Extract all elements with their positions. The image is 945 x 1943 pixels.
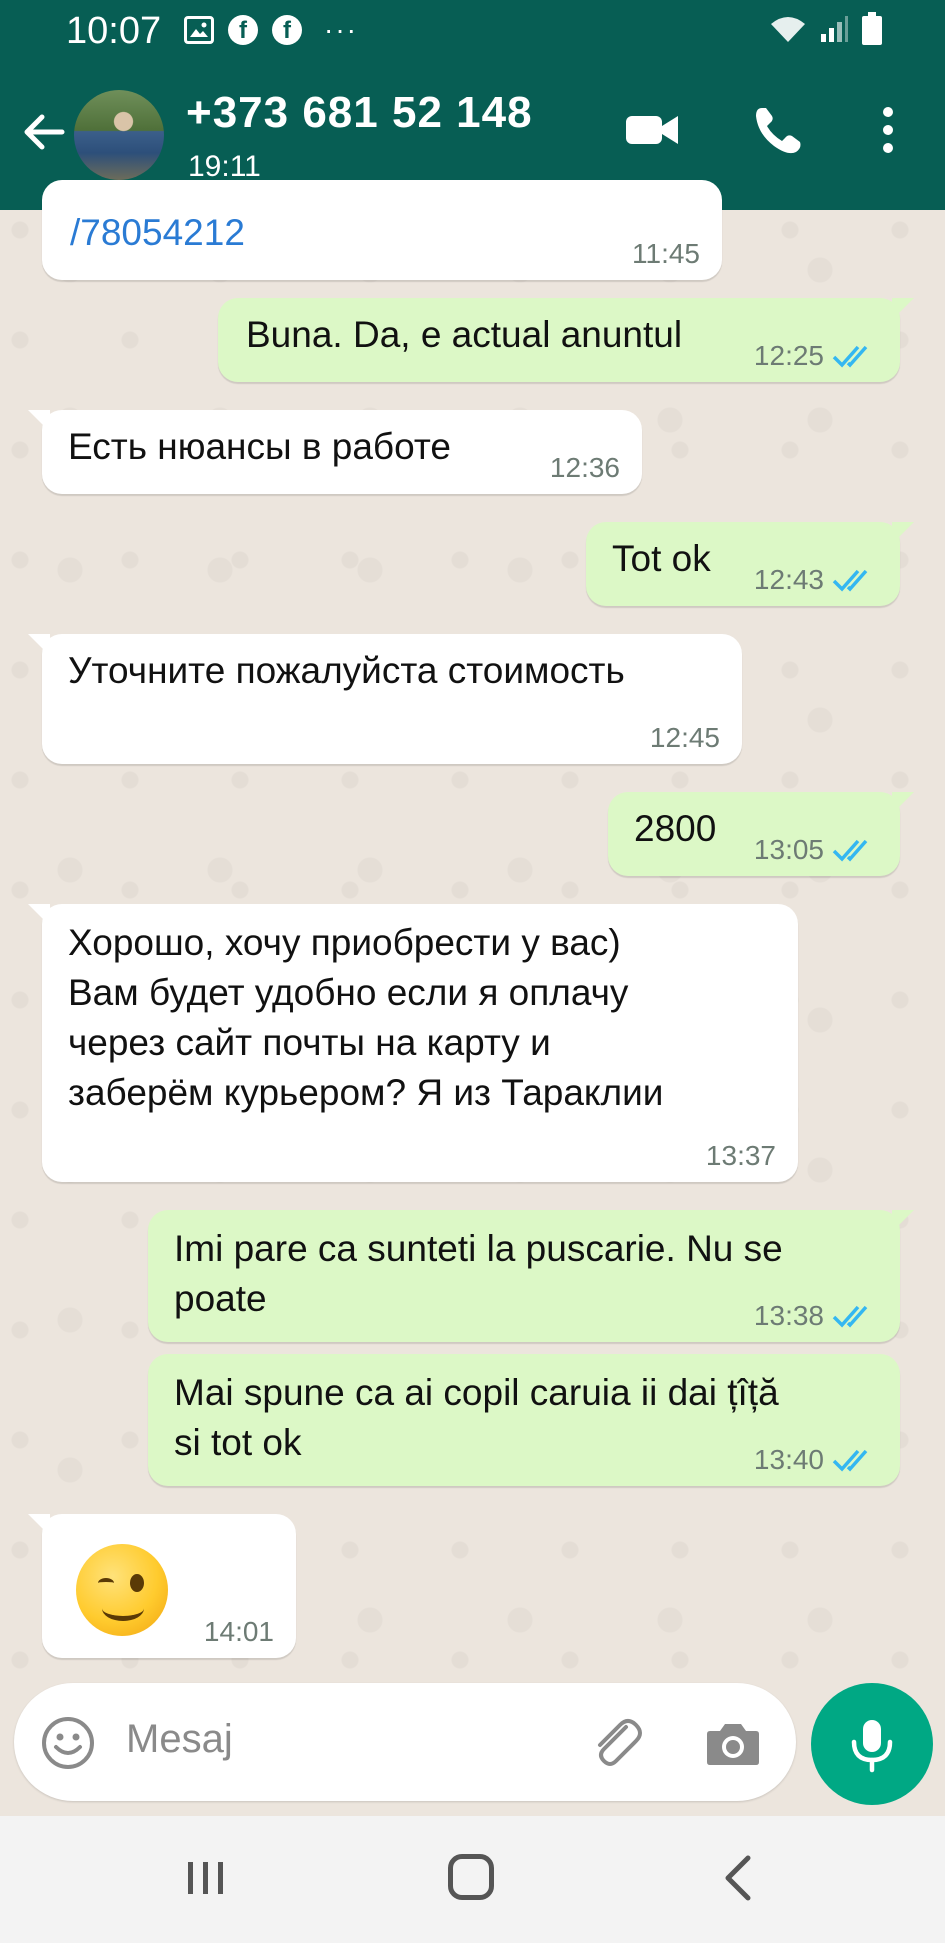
nav-back-icon[interactable]	[718, 1854, 758, 1902]
message-time: 12:25	[753, 340, 824, 371]
message-time: 11:45	[632, 238, 700, 269]
overflow-menu-icon[interactable]	[858, 100, 918, 160]
more-dots-icon: ···	[324, 14, 358, 45]
double-check-icon	[832, 839, 868, 862]
message-outgoing[interactable]: 2800 13:05	[608, 792, 914, 876]
message-outgoing[interactable]: Tot ok 12:43	[586, 522, 914, 606]
message-link[interactable]: /78054212	[70, 208, 245, 258]
message-outgoing[interactable]: Mai spune ca ai copil caruia ii dai țîță…	[148, 1354, 900, 1486]
recent-apps-icon[interactable]	[184, 1856, 228, 1900]
back-arrow-icon[interactable]	[18, 106, 70, 158]
mic-button[interactable]	[811, 1683, 933, 1805]
double-check-icon	[832, 345, 868, 368]
message-time: 12:45	[649, 722, 720, 753]
mic-icon	[851, 1720, 893, 1773]
message-text: Mai spune ca ai copil caruia ii dai țîță…	[174, 1372, 779, 1463]
message-incoming[interactable]: 14:01	[28, 1514, 296, 1658]
status-time: 10:07	[66, 10, 162, 52]
message-time: 13:38	[753, 1300, 824, 1331]
video-call-icon[interactable]	[622, 100, 682, 160]
contact-status[interactable]: 19:11	[188, 150, 261, 184]
message-meta: 13:05	[754, 832, 878, 868]
message-input[interactable]: Mesaj	[126, 1717, 233, 1762]
message-meta: 12:25	[754, 338, 878, 374]
battery-icon	[862, 12, 882, 45]
facebook-icon: f	[228, 15, 258, 45]
message-text: Уточните пожалуйста стоимость	[68, 650, 625, 691]
message-composer[interactable]: Mesaj	[14, 1683, 796, 1801]
voice-call-icon[interactable]	[748, 100, 808, 160]
message-meta: 14:01	[204, 1614, 274, 1650]
message-text: Есть нюансы в работе	[68, 426, 451, 467]
contact-name[interactable]: +373 681 52 148	[186, 88, 533, 138]
message-outgoing[interactable]: Buna. Da, e actual anuntul 12:25	[218, 298, 914, 382]
message-time: 12:36	[549, 452, 620, 483]
facebook-icon: f	[272, 15, 302, 45]
message-time: 13:37	[705, 1140, 776, 1171]
home-button-icon[interactable]	[448, 1854, 494, 1900]
message-time: 14:01	[203, 1616, 274, 1647]
emoji-icon[interactable]	[40, 1715, 96, 1771]
message-meta: 12:45	[650, 720, 720, 756]
message-meta: 11:45	[632, 236, 700, 272]
message-outgoing[interactable]: Imi pare ca sunteti la puscarie. Nu se p…	[148, 1210, 914, 1342]
message-text: Imi pare ca sunteti la puscarie. Nu se p…	[174, 1228, 783, 1319]
winking-face-emoji	[76, 1544, 168, 1636]
double-check-icon	[832, 1449, 868, 1472]
message-meta: 12:36	[550, 450, 620, 486]
message-meta: 13:37	[706, 1138, 776, 1174]
message-time: 13:05	[753, 834, 824, 865]
message-incoming[interactable]: /78054212 11:45	[42, 180, 722, 280]
wifi-icon: ↕	[771, 17, 805, 44]
message-text: Tot ok	[612, 538, 711, 579]
double-check-icon	[832, 1305, 868, 1328]
attach-icon[interactable]	[586, 1713, 646, 1773]
message-time: 12:43	[753, 564, 824, 595]
message-meta: 13:38	[754, 1298, 878, 1334]
message-incoming[interactable]: Хорошо, хочу приобрести у вас) Вам будет…	[28, 904, 798, 1182]
message-incoming[interactable]: Уточните пожалуйста стоимость 12:45	[28, 634, 742, 764]
svg-text:↕: ↕	[793, 34, 798, 44]
message-incoming[interactable]: Есть нюансы в работе 12:36	[28, 410, 642, 494]
message-meta: 13:40	[754, 1442, 878, 1478]
message-meta: 12:43	[754, 562, 878, 598]
double-check-icon	[832, 569, 868, 592]
signal-icon	[821, 16, 848, 42]
system-nav-bar	[0, 1816, 945, 1943]
image-icon	[184, 16, 214, 44]
camera-icon[interactable]	[704, 1715, 762, 1771]
message-time: 13:40	[753, 1444, 824, 1475]
status-bar: 10:07 f f ··· ↕	[0, 0, 945, 62]
chat-area[interactable]: /78054212 11:45 Buna. Da, e actual anunt…	[0, 180, 945, 1690]
message-text: Buna. Da, e actual anuntul	[246, 314, 683, 355]
message-text: Хорошо, хочу приобрести у вас) Вам будет…	[68, 922, 664, 1113]
avatar[interactable]	[74, 90, 164, 180]
message-text: 2800	[634, 808, 717, 849]
